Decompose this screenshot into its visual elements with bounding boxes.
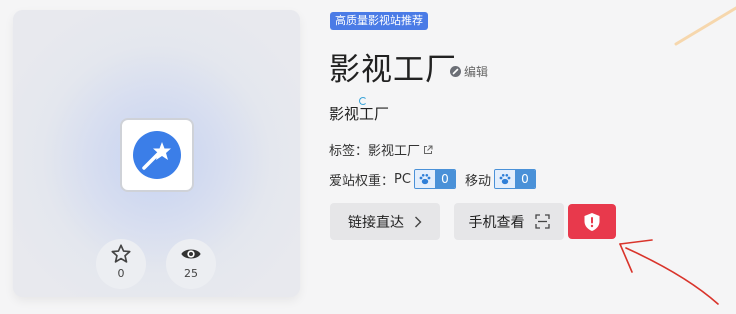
report-button[interactable] [568,204,616,239]
pc-label: PC [394,171,411,187]
favorite-count: 0 [117,267,125,280]
tags-row: 标签： 影视工厂 [329,140,433,159]
mobile-label: 移动 [464,173,491,189]
paw-icon [494,170,515,188]
weight-label: 爱站权重： [329,173,395,189]
pc-weight-badge[interactable]: 0 [413,169,456,189]
view-count: 25 [184,267,198,280]
recommend-badge[interactable]: 高质量影视站推荐 [330,12,428,30]
site-preview-card: 0 25 [13,10,300,297]
edit-link[interactable]: 编辑 [450,63,488,80]
external-link-icon[interactable] [423,145,433,155]
mobile-view-button[interactable]: 手机查看 [454,203,564,240]
paw-icon [414,170,435,188]
star-icon [111,244,131,263]
page-title: 影视工厂 [329,52,457,88]
favorite-stat[interactable]: 0 [96,239,146,289]
direct-link-label: 链接直达 [348,214,404,231]
tag-link[interactable]: 影视工厂 [368,140,420,159]
edit-label: 编辑 [464,65,489,79]
qr-scan-icon [534,214,550,229]
shield-alert-icon [584,212,600,231]
mobile-weight-value: 0 [514,170,535,188]
eye-icon [181,249,201,259]
magic-wand-icon [133,131,181,179]
site-subtitle: 影视工厂 [329,105,390,123]
view-stat: 25 [166,239,216,289]
tags-label: 标签： [329,144,369,159]
pc-weight-value: 0 [434,170,455,188]
app-icon [120,118,194,192]
mobile-weight-badge[interactable]: 0 [493,169,536,189]
mobile-view-label: 手机查看 [468,214,525,231]
annotation-arrow [619,239,719,305]
edit-icon [450,66,461,77]
chevron-right-icon [415,216,422,227]
aizhan-weight-row: 爱站权重： PC 0 移动 0 [329,169,536,189]
direct-link-button[interactable]: 链接直达 [330,203,440,240]
decorative-streak [674,6,736,46]
